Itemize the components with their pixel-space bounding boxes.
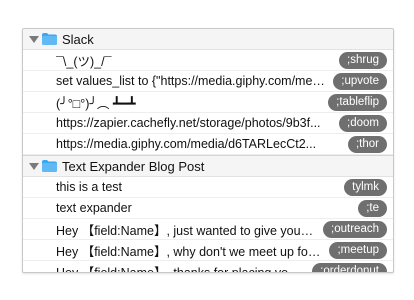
snippet-content: https://zapier.cachefly.net/storage/phot… [56, 116, 321, 130]
abbreviation-badge: ;thor [347, 135, 387, 153]
folder-icon [42, 160, 57, 172]
snippet-list: Slack ¯\_(ツ)_/¯ ;shrug set values_list t… [22, 28, 394, 273]
snippet-content: Hey 【field:Name】, why don't we meet up f… [56, 244, 330, 259]
disclosure-triangle-icon[interactable] [29, 161, 39, 171]
abbreviation-badge: ;te [358, 199, 387, 217]
abbreviation-badge: ;doom [339, 114, 387, 132]
snippet-row[interactable]: text expander ;te [23, 198, 393, 219]
snippet-row[interactable]: (╯°□°)╯︵ ┻━┻ ;tableflip [23, 92, 393, 113]
snippet-row[interactable]: Hey 【field:Name】, just wanted to give yo… [23, 219, 393, 240]
snippet-content: Hey 【field:Name】, just wanted to give yo… [56, 223, 323, 238]
abbreviation-badge: ;orderdonut [312, 262, 387, 272]
snippet-content: text expander [56, 201, 132, 215]
snippet-row[interactable]: ¯\_(ツ)_/¯ ;shrug [23, 50, 393, 71]
snippet-row[interactable]: https://zapier.cachefly.net/storage/phot… [23, 113, 393, 134]
abbreviation-badge: ;upvote [333, 72, 387, 90]
snippet-content: ¯\_(ツ)_/¯ [56, 54, 112, 69]
snippet-content: Hey 【field:Name】, thanks for placing you… [56, 265, 312, 273]
snippet-content: (╯°□°)╯︵ ┻━┻ [56, 96, 136, 111]
group-header-slack[interactable]: Slack [23, 29, 393, 50]
snippet-row[interactable]: set values_list to {"https://media.giphy… [23, 71, 393, 92]
abbreviation-badge: ;shrug [339, 51, 387, 69]
abbreviation-badge: ;meetup [329, 241, 387, 259]
disclosure-triangle-icon[interactable] [29, 34, 39, 44]
abbreviation-badge: ;tableflip [328, 93, 387, 111]
snippet-content: https://media.giphy.com/media/d6TARLecCt… [56, 137, 317, 151]
snippet-content: set values_list to {"https://media.giphy… [56, 74, 334, 88]
snippet-row[interactable]: this is a test tylmk [23, 177, 393, 198]
folder-icon [42, 33, 57, 45]
abbreviation-badge: tylmk [344, 178, 387, 196]
snippet-row[interactable]: Hey 【field:Name】, why don't we meet up f… [23, 240, 393, 261]
group-header-text-expander-blog-post[interactable]: Text Expander Blog Post [23, 155, 393, 177]
group-name: Text Expander Blog Post [62, 158, 205, 174]
snippet-row[interactable]: Hey 【field:Name】, thanks for placing you… [23, 261, 393, 273]
snippet-row[interactable]: https://media.giphy.com/media/d6TARLecCt… [23, 134, 393, 155]
group-name: Slack [62, 31, 94, 47]
snippet-content: this is a test [56, 180, 122, 194]
abbreviation-badge: ;outreach [323, 220, 387, 238]
